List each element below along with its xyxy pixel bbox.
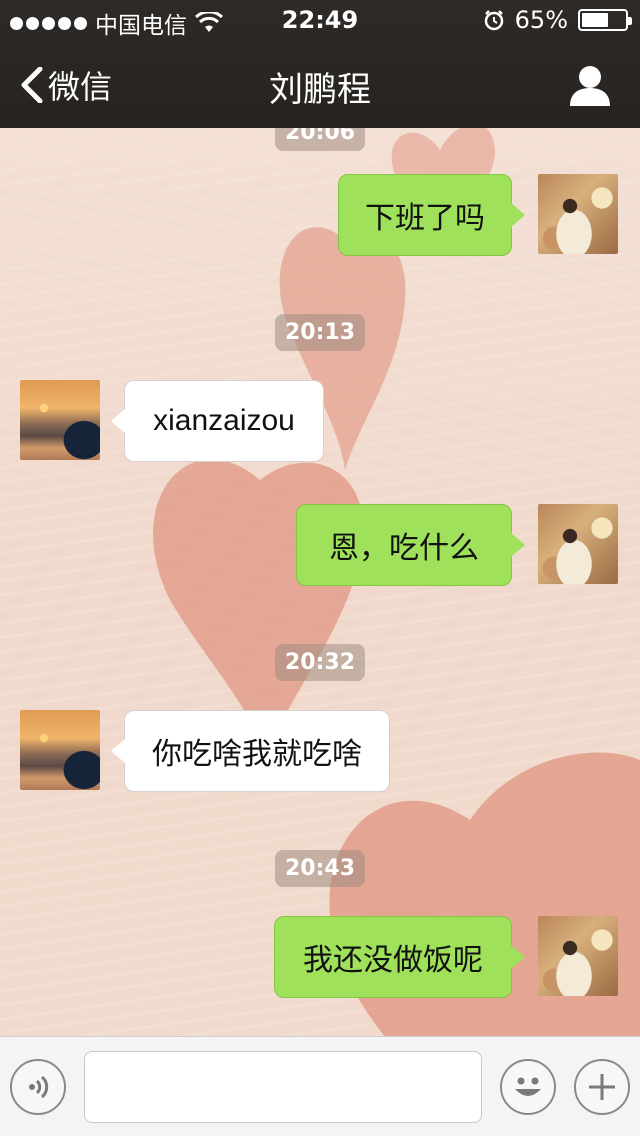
my-avatar[interactable]	[538, 504, 618, 584]
battery-fill	[582, 13, 608, 27]
timestamp-badge: 20:43	[274, 850, 366, 887]
timestamp-badge: 20:32	[274, 644, 366, 681]
emoji-button[interactable]	[500, 1059, 556, 1115]
plus-icon	[589, 1074, 615, 1100]
emoji-icon	[515, 1077, 541, 1096]
voice-button[interactable]	[10, 1059, 66, 1115]
battery-icon	[578, 9, 632, 31]
input-toolbar	[0, 1036, 640, 1136]
outgoing-message-bubble[interactable]: 下班了吗	[338, 174, 525, 256]
voice-icon	[29, 1075, 49, 1099]
my-avatar[interactable]	[538, 174, 618, 254]
outgoing-message-bubble[interactable]: 恩，吃什么	[296, 504, 525, 586]
battery-percent: 65%	[514, 6, 568, 34]
status-right: 65%	[483, 6, 632, 34]
incoming-message-bubble[interactable]: xianzaizou	[111, 380, 324, 462]
contact-avatar[interactable]	[20, 710, 100, 790]
contact-avatar[interactable]	[20, 380, 100, 460]
status-bar: 中国电信 22:49 65%	[0, 0, 640, 40]
incoming-message-bubble[interactable]: 你吃啥我就吃啥	[111, 710, 390, 792]
outgoing-message-bubble[interactable]: 我还没做饭呢	[274, 916, 525, 998]
message-input[interactable]	[84, 1051, 482, 1123]
my-avatar[interactable]	[538, 916, 618, 996]
top-bar: 中国电信 22:49 65% 微信 刘鹏程	[0, 0, 640, 128]
more-button[interactable]	[574, 1059, 630, 1115]
profile-icon[interactable]	[568, 64, 612, 106]
nav-bar: 微信 刘鹏程	[0, 40, 640, 128]
chat-title: 刘鹏程	[269, 70, 371, 110]
message-list[interactable]: 20:06 下班了吗 20:13 xianzaizou 恩，吃什么 20:32 …	[0, 128, 640, 1036]
timestamp-badge: 20:13	[274, 314, 366, 351]
alarm-clock-icon	[484, 10, 503, 31]
timestamp-badge: 20:06	[274, 128, 366, 151]
